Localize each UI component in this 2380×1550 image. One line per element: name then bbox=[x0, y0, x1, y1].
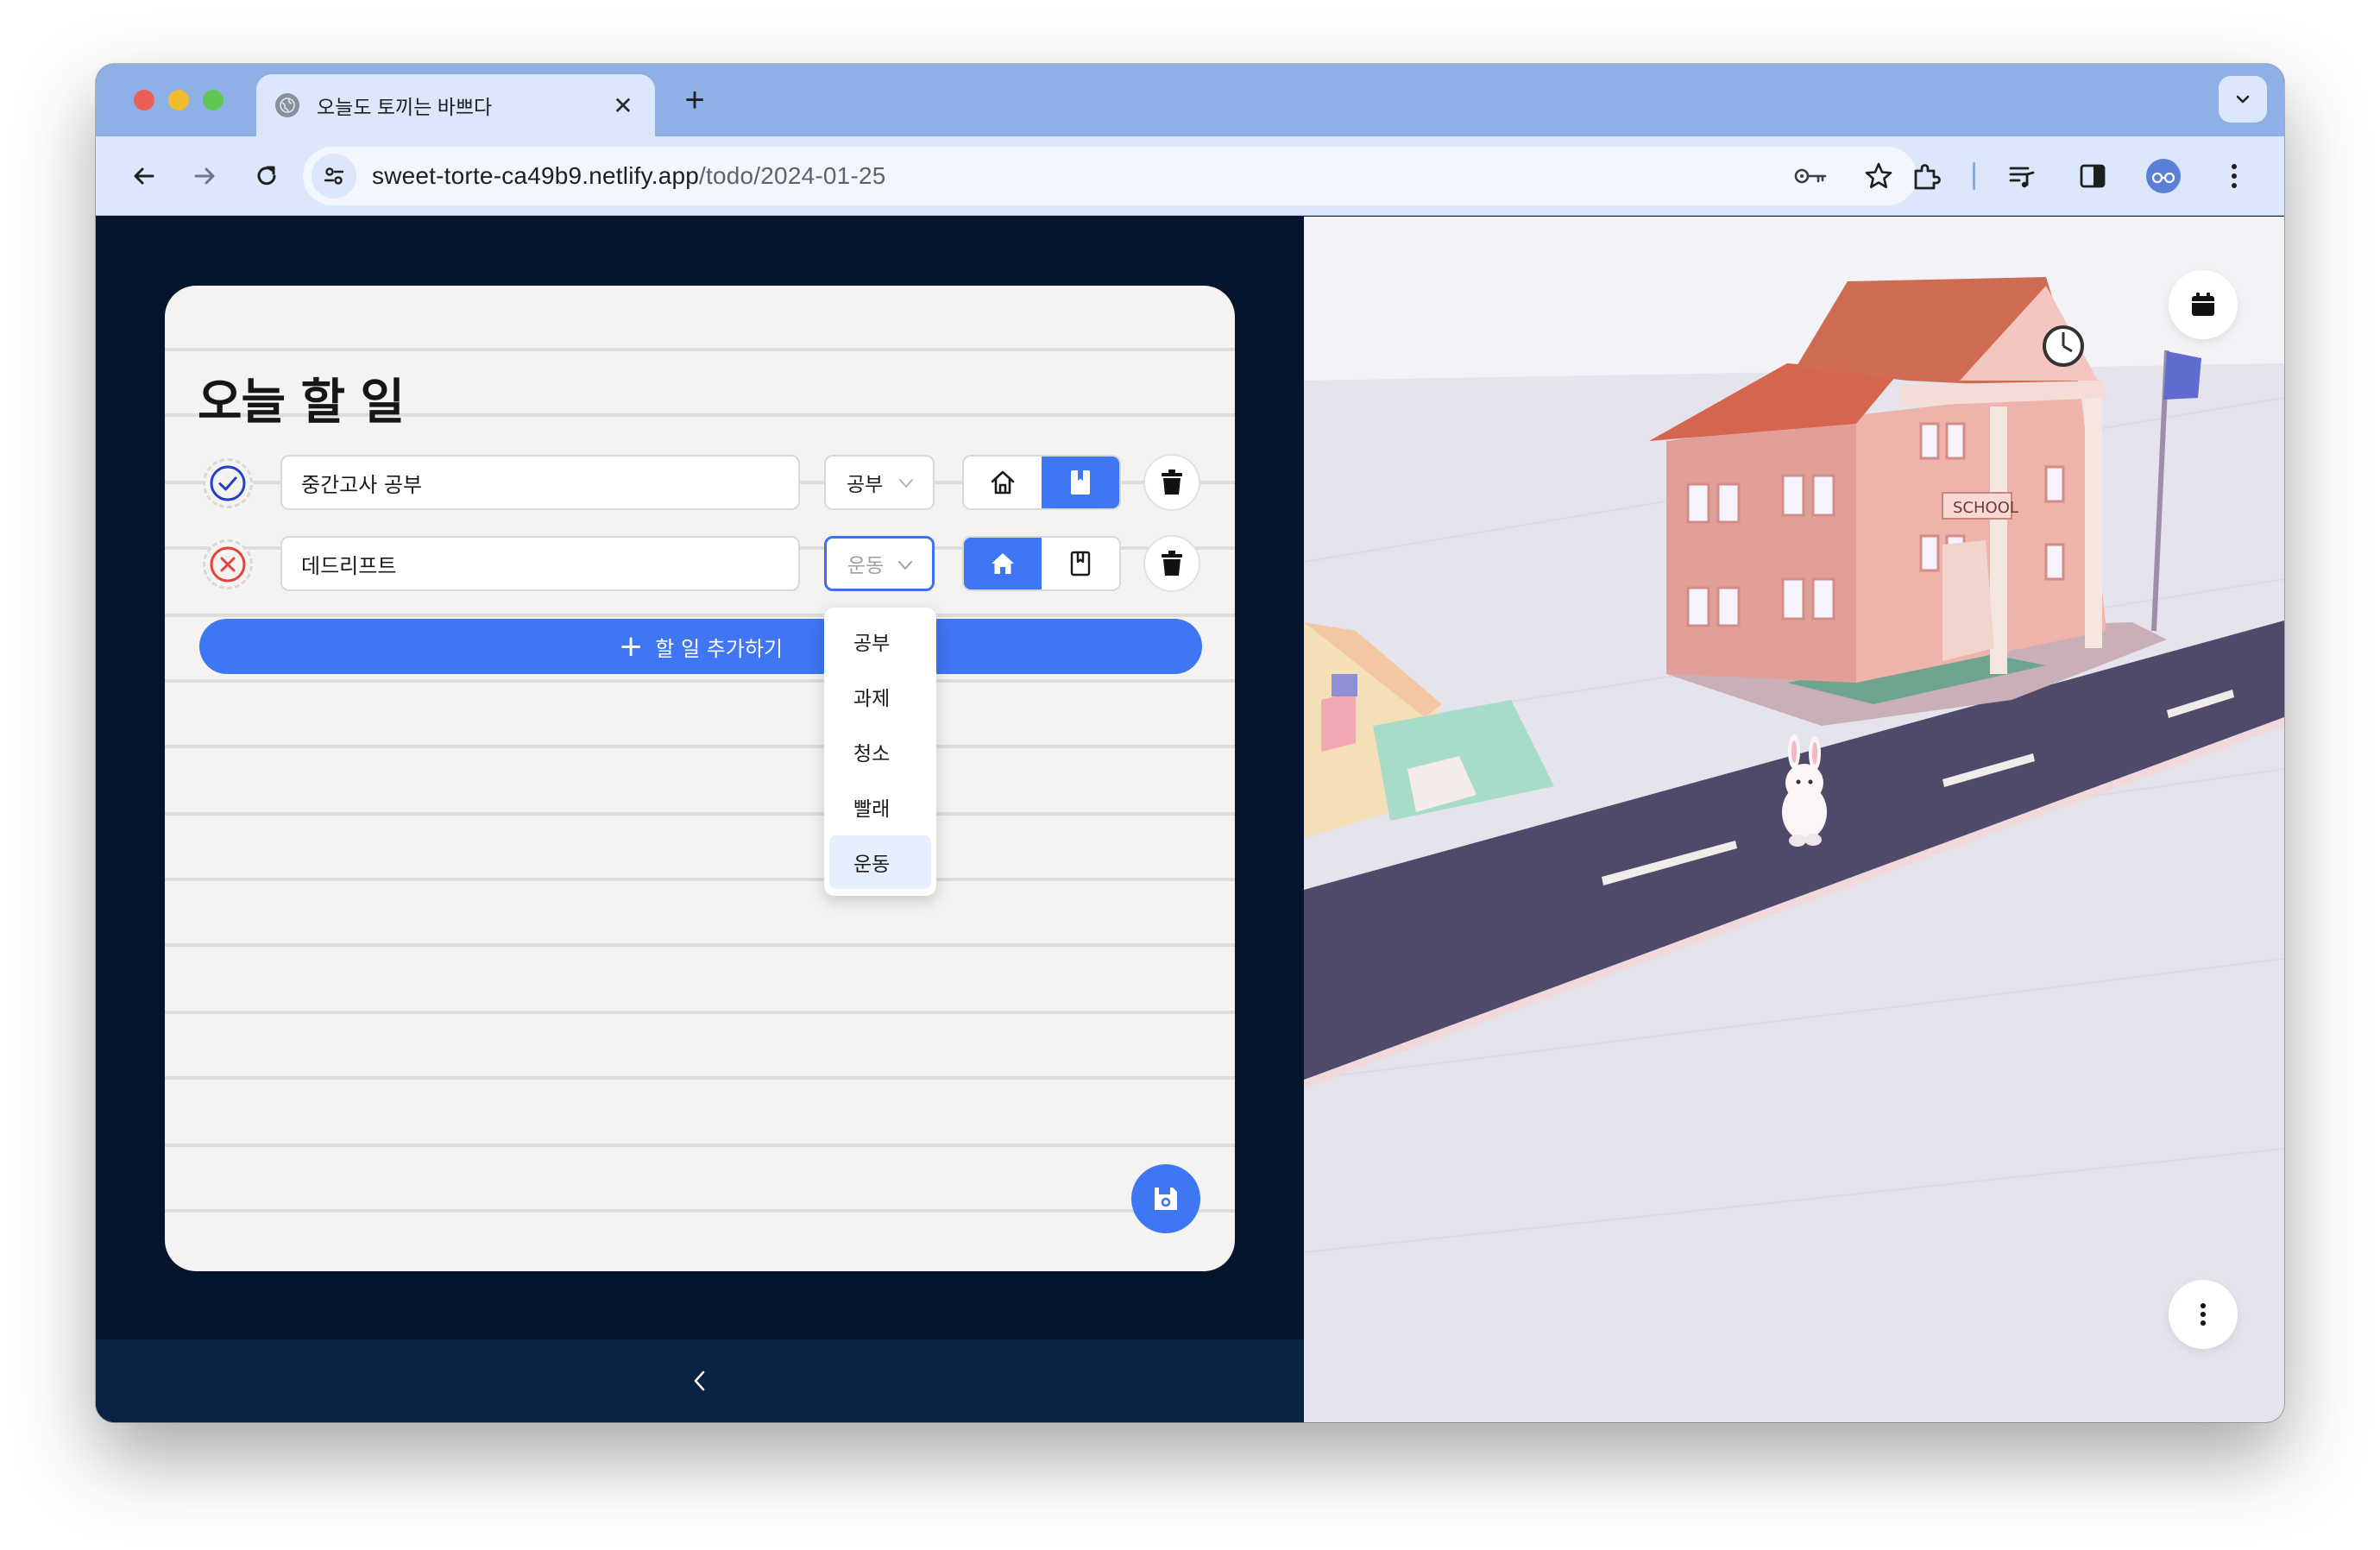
dropdown-option[interactable]: 청소 bbox=[829, 725, 931, 778]
close-window-button[interactable] bbox=[134, 90, 154, 110]
book-icon bbox=[1070, 551, 1091, 577]
home-toggle-button[interactable] bbox=[964, 457, 1042, 508]
url-host: sweet-torte-ca49b9.netlify.app bbox=[372, 162, 700, 189]
page-title: 오늘 할 일 bbox=[198, 375, 405, 431]
check-circle-icon bbox=[210, 465, 246, 501]
add-todo-label: 할 일 추가하기 bbox=[655, 636, 784, 661]
x-circle-icon bbox=[210, 546, 246, 583]
status-toggle-button[interactable] bbox=[203, 458, 253, 508]
home-icon bbox=[991, 470, 1015, 495]
extensions-icon[interactable] bbox=[1902, 152, 1950, 200]
todo-row: 데드리프트 운동 bbox=[165, 535, 1235, 593]
arrow-right-icon bbox=[194, 167, 215, 185]
tab-strip: 오늘도 토끼는 바쁘다 ✕ + bbox=[96, 64, 2284, 136]
browser-toolbar: sweet-torte-ca49b9.netlify.app/todo/2024… bbox=[96, 136, 2284, 216]
bookmark-star-icon[interactable] bbox=[1858, 155, 1899, 197]
page-content: 오늘 할 일 중간고사 공부 공부 데드리프트 운동 + 할 일 추가하기 공부… bbox=[96, 217, 2284, 1422]
ruled-line bbox=[165, 1144, 1235, 1147]
avatar bbox=[2146, 159, 2181, 193]
profile-avatar[interactable] bbox=[2139, 152, 2188, 200]
side-panel-icon[interactable] bbox=[2068, 152, 2117, 200]
todo-text-input[interactable]: 중간고사 공부 bbox=[280, 455, 800, 510]
password-key-icon[interactable] bbox=[1791, 155, 1832, 197]
url-text: sweet-torte-ca49b9.netlify.app/todo/2024… bbox=[372, 162, 886, 190]
ruled-line bbox=[165, 812, 1235, 816]
delete-button[interactable] bbox=[1143, 535, 1200, 592]
status-toggle-button[interactable] bbox=[203, 539, 253, 589]
svg-text:SCHOOL: SCHOOL bbox=[1953, 499, 2018, 517]
zoom-window-button[interactable] bbox=[203, 90, 224, 110]
browser-tab[interactable]: 오늘도 토끼는 바쁘다 ✕ bbox=[256, 74, 655, 136]
todo-row: 중간고사 공부 공부 bbox=[165, 454, 1235, 512]
todo-card: 오늘 할 일 중간고사 공부 공부 데드리프트 운동 + 할 일 추가하기 공부… bbox=[165, 286, 1235, 1271]
arrow-left-icon bbox=[134, 167, 154, 185]
home-icon bbox=[992, 553, 1014, 574]
ruled-line bbox=[165, 679, 1235, 683]
category-value: 운동 bbox=[847, 555, 885, 577]
book-toggle-button[interactable] bbox=[1042, 538, 1119, 589]
reload-icon bbox=[257, 166, 276, 186]
place-toggle-group bbox=[962, 536, 1121, 591]
delete-button[interactable] bbox=[1143, 454, 1200, 511]
category-select[interactable]: 공부 bbox=[824, 455, 935, 510]
ruled-line bbox=[165, 943, 1235, 947]
minimize-window-button[interactable] bbox=[168, 90, 189, 110]
ruled-line bbox=[165, 614, 1235, 617]
forward-button[interactable] bbox=[180, 152, 229, 200]
ruled-line bbox=[165, 1011, 1235, 1014]
chevron-down-icon bbox=[2236, 95, 2250, 104]
category-select[interactable]: 운동 bbox=[824, 536, 935, 591]
calendar-icon bbox=[2192, 293, 2214, 316]
ruled-line bbox=[165, 878, 1235, 881]
calendar-button[interactable] bbox=[2169, 270, 2238, 339]
toolbar-divider bbox=[1973, 162, 1975, 190]
add-todo-button[interactable]: + 할 일 추가하기 bbox=[199, 619, 1202, 674]
back-button[interactable] bbox=[120, 152, 168, 200]
address-bar[interactable]: sweet-torte-ca49b9.netlify.app/todo/2024… bbox=[303, 147, 1917, 205]
home-toggle-button[interactable] bbox=[964, 538, 1042, 589]
category-dropdown-menu: 공부 과제 청소 빨래 운동 bbox=[824, 608, 936, 896]
dropdown-option[interactable]: 빨래 bbox=[829, 780, 931, 834]
reload-button[interactable] bbox=[242, 152, 291, 200]
trash-icon bbox=[1162, 469, 1182, 495]
todo-text-input[interactable]: 데드리프트 bbox=[280, 536, 800, 591]
trash-icon bbox=[1162, 551, 1182, 576]
save-button[interactable] bbox=[1131, 1164, 1200, 1233]
dropdown-option[interactable]: 과제 bbox=[829, 670, 931, 723]
browser-menu-button[interactable] bbox=[2210, 152, 2258, 200]
plus-icon: + bbox=[618, 629, 644, 664]
tab-title: 오늘도 토끼는 바쁘다 bbox=[317, 96, 493, 118]
chevron-down-icon bbox=[898, 561, 912, 570]
floppy-disk-icon bbox=[1155, 1188, 1177, 1210]
panel-collapse-bar[interactable] bbox=[96, 1339, 1304, 1422]
town-scene-illustration: SCHOOL bbox=[1304, 217, 2284, 1422]
tab-close-button[interactable]: ✕ bbox=[610, 91, 636, 120]
book-toggle-button[interactable] bbox=[1042, 457, 1119, 508]
town-scene[interactable]: SCHOOL bbox=[1304, 217, 2284, 1422]
ruled-line bbox=[165, 745, 1235, 748]
category-value: 공부 bbox=[847, 474, 884, 496]
site-settings-button[interactable] bbox=[312, 154, 356, 198]
more-vertical-icon bbox=[2201, 1303, 2206, 1326]
book-icon bbox=[1071, 470, 1090, 495]
place-toggle-group bbox=[962, 455, 1121, 510]
ruled-line bbox=[165, 348, 1235, 351]
new-tab-button[interactable]: + bbox=[676, 81, 714, 119]
more-vertical-icon bbox=[2232, 164, 2237, 188]
chevron-down-icon bbox=[899, 479, 913, 488]
dropdown-option-selected[interactable]: 운동 bbox=[829, 835, 931, 889]
browser-window: 오늘도 토끼는 바쁘다 ✕ + sweet-torte-ca49b9.netli… bbox=[96, 64, 2284, 1422]
chevron-left-icon bbox=[694, 1370, 705, 1391]
media-queue-icon[interactable] bbox=[1998, 152, 2046, 200]
dropdown-option[interactable]: 공부 bbox=[829, 614, 931, 668]
ruled-line bbox=[165, 1076, 1235, 1080]
ruled-line bbox=[165, 1209, 1235, 1213]
more-options-button[interactable] bbox=[2169, 1280, 2238, 1349]
tune-icon bbox=[324, 167, 344, 185]
todo-panel: 오늘 할 일 중간고사 공부 공부 데드리프트 운동 + 할 일 추가하기 공부… bbox=[96, 217, 1304, 1422]
globe-icon bbox=[275, 93, 299, 117]
url-path: /todo/2024-01-25 bbox=[699, 162, 886, 189]
tab-search-button[interactable] bbox=[2219, 76, 2267, 123]
